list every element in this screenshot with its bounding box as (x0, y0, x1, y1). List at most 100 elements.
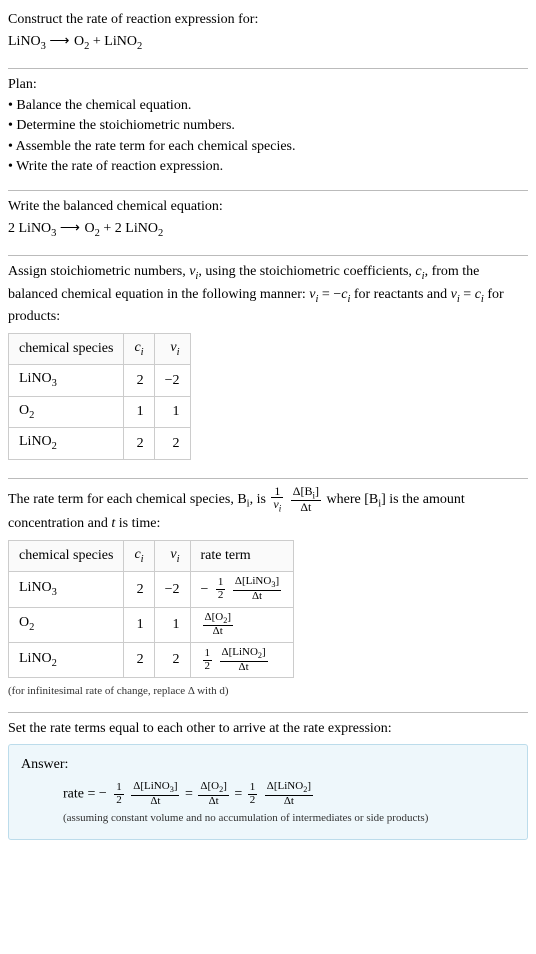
setequal-text: Set the rate terms equal to each other t… (8, 719, 528, 739)
rateterm-section: The rate term for each chemical species,… (8, 481, 528, 710)
plus: + (89, 34, 104, 49)
rateterm-table: chemical species ci νi rate term LiNO3 2… (8, 540, 294, 679)
text: The rate term for each chemical species,… (8, 492, 247, 507)
text: i (177, 553, 180, 564)
divider (8, 68, 528, 69)
neg-sign: − (201, 582, 209, 597)
fraction-delta: Δ[LiNO3]Δt (131, 781, 179, 807)
frac-den: 2 (203, 661, 213, 673)
text: 2 (29, 409, 34, 420)
equals: = (234, 786, 245, 801)
text: ] (174, 780, 178, 792)
text: where [B (327, 492, 379, 507)
text: 3 (52, 378, 57, 389)
rate-eq-text: rate = (63, 786, 99, 801)
col-ci: ci (124, 540, 154, 571)
text: Δ[O (205, 611, 224, 623)
frac-den: Δt (220, 662, 268, 674)
text: , is (250, 492, 270, 507)
product-a: O (74, 34, 84, 49)
fraction-coef: 12 (248, 782, 258, 806)
balanced-equation: 2 LiNO3 ⟶ O2 + 2 LiNO2 (8, 219, 528, 241)
cell-rate: 12 Δ[LiNO2]Δt (190, 642, 294, 677)
frac-den: Δt (291, 501, 321, 514)
col-ci: ci (124, 333, 154, 364)
rateterm-note: (for infinitesimal rate of change, repla… (8, 684, 528, 699)
frac-num: 1 (271, 485, 283, 499)
cell-species: LiNO2 (9, 428, 124, 459)
cell-species: O2 (9, 607, 124, 642)
text: 2 (52, 441, 57, 452)
frac-den: Δt (233, 591, 281, 603)
answer-box: Answer: rate = − 12 Δ[LiNO3]Δt = Δ[O2]Δt… (8, 744, 528, 839)
frac-den: Δt (198, 796, 228, 808)
stoich-table: chemical species ci νi LiNO3 2 −2 O2 1 1… (8, 333, 191, 460)
equals: = (185, 786, 196, 801)
prompt-title: Construct the rate of reaction expressio… (8, 10, 528, 30)
text: Δ[LiNO (222, 646, 258, 658)
answer-label: Answer: (21, 755, 515, 775)
arrow-icon: ⟶ (60, 221, 81, 236)
text: ] (262, 646, 266, 658)
frac-num: Δ[LiNO2] (220, 647, 268, 662)
text: for reactants and (350, 287, 450, 302)
text: Δ[O (200, 780, 219, 792)
plan-heading: Plan: (8, 75, 528, 95)
divider (8, 478, 528, 479)
frac-den: 2 (114, 795, 124, 807)
table-row: O2 1 1 Δ[O2]Δt (9, 607, 294, 642)
fraction-coef: 12 (216, 577, 226, 601)
text: i (141, 346, 144, 357)
fraction-delta: Δ[LiNO3]Δt (233, 576, 281, 602)
text: 2 (29, 622, 34, 633)
balanced-section: Write the balanced chemical equation: 2 … (8, 193, 528, 253)
rateterm-heading: The rate term for each chemical species,… (8, 485, 528, 534)
plan-list: • Balance the chemical equation. • Deter… (8, 96, 528, 177)
frac-den: νi (271, 498, 283, 514)
frac-num: Δ[LiNO3] (233, 576, 281, 591)
text: i (141, 553, 144, 564)
text: O (19, 615, 29, 630)
answer-expression: rate = − 12 Δ[LiNO3]Δt = Δ[O2]Δt = 12 Δ[… (63, 781, 515, 807)
prompt-section: Construct the rate of reaction expressio… (8, 6, 528, 66)
frac-den: Δt (203, 626, 233, 638)
col-species: chemical species (9, 333, 124, 364)
text: ] (315, 484, 319, 498)
text: Δ[LiNO (133, 780, 169, 792)
plus: + (100, 221, 115, 236)
setequal-section: Set the rate terms equal to each other t… (8, 715, 528, 850)
text: Δt (300, 500, 311, 514)
text: Δ[LiNO (235, 575, 271, 587)
frac-num: 1 (248, 782, 258, 795)
bal-reactant-sub: 3 (51, 227, 56, 238)
answer-note: (assuming constant volume and no accumul… (63, 811, 515, 826)
text: , using the stoichiometric coefficients, (198, 264, 415, 279)
fraction-delta: Δ[LiNO2]Δt (265, 781, 313, 807)
balanced-heading: Write the balanced chemical equation: (8, 197, 528, 217)
cell-ci: 1 (124, 607, 154, 642)
product-b: LiNO (104, 34, 137, 49)
text: is time: (115, 516, 160, 531)
cell-nui: 2 (154, 428, 190, 459)
text: LiNO (19, 371, 52, 386)
frac-den: 2 (248, 795, 258, 807)
stoich-section: Assign stoichiometric numbers, νi, using… (8, 258, 528, 476)
text: Δ[B (293, 484, 313, 498)
text: O (19, 403, 29, 418)
divider (8, 190, 528, 191)
fraction-coef: 12 (203, 648, 213, 672)
cell-ci: 1 (124, 396, 154, 427)
arrow-icon: ⟶ (49, 34, 70, 49)
text: i (279, 504, 282, 514)
bal-product-b-sub: 2 (158, 227, 163, 238)
cell-ci: 2 (124, 572, 154, 607)
text: LiNO (19, 651, 52, 666)
frac-den: 2 (216, 590, 226, 602)
table-row: LiNO2 2 2 (9, 428, 191, 459)
cell-rate: − 12 Δ[LiNO3]Δt (190, 572, 294, 607)
text: i (177, 346, 180, 357)
text: LiNO (19, 434, 52, 449)
col-nui: νi (154, 333, 190, 364)
text: ] (275, 575, 279, 587)
divider (8, 255, 528, 256)
